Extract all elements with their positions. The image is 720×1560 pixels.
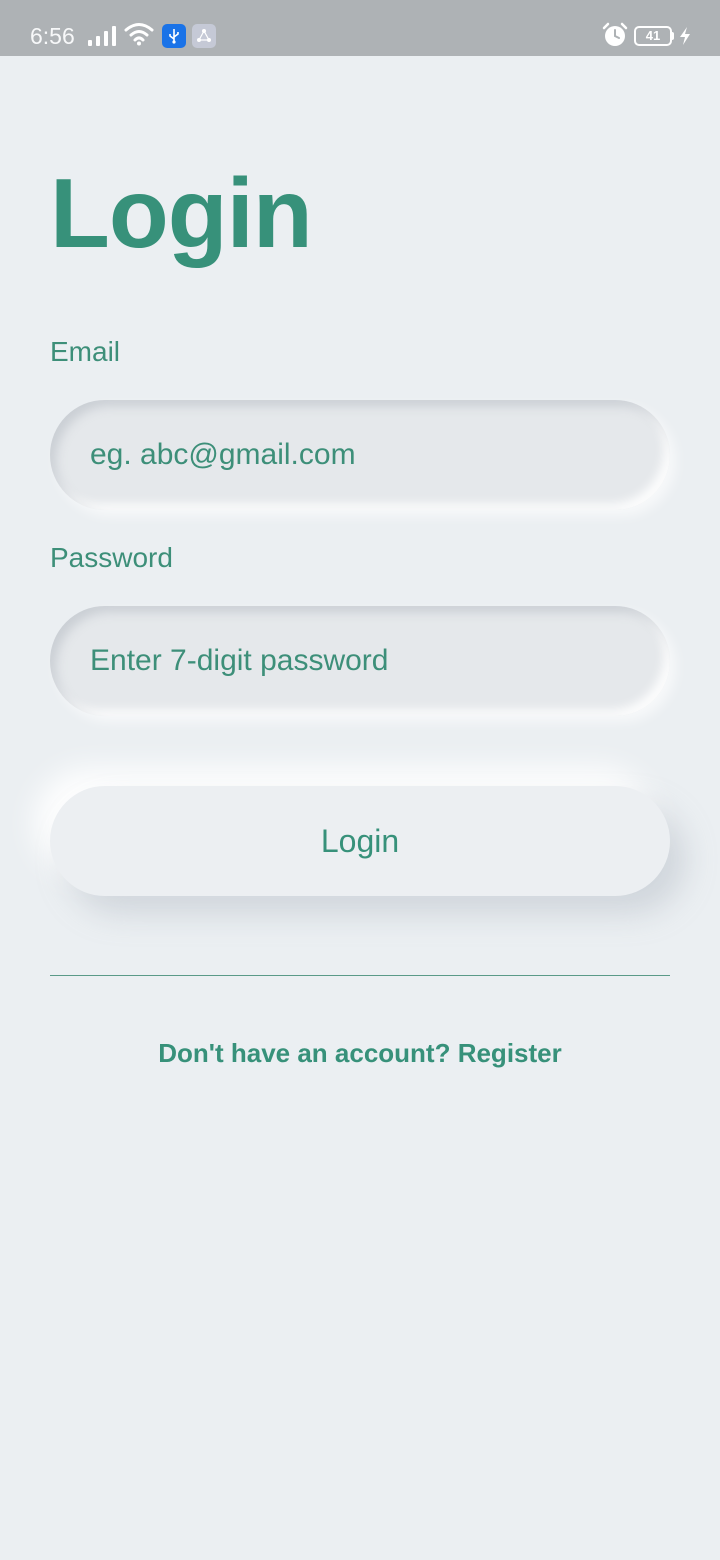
battery-icon: 41 <box>634 26 672 46</box>
wifi-icon <box>124 23 154 46</box>
status-bar: 6:56 41 <box>0 0 720 56</box>
battery-tip <box>671 32 674 40</box>
signal-icon <box>88 26 116 46</box>
email-label: Email <box>50 336 121 367</box>
password-label: Password <box>50 542 173 573</box>
register-link[interactable]: Don't have an account? Register <box>0 1036 720 1070</box>
share-icon <box>192 24 216 48</box>
alarm-icon <box>602 22 628 46</box>
usb-icon <box>162 24 186 48</box>
divider <box>50 975 670 976</box>
email-field-container[interactable] <box>50 400 670 510</box>
status-time: 6:56 <box>30 23 75 49</box>
page-title: Login <box>50 158 313 268</box>
battery-level: 41 <box>645 28 661 43</box>
password-field-container[interactable] <box>50 606 670 716</box>
charging-icon <box>680 27 690 45</box>
password-field[interactable] <box>90 606 630 716</box>
login-button[interactable]: Login <box>50 786 670 896</box>
login-button-label: Login <box>320 823 400 859</box>
email-field[interactable] <box>90 400 630 510</box>
